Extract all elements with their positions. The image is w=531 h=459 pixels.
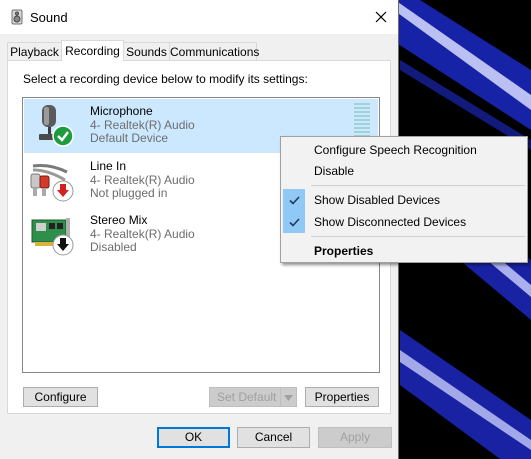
device-name: Stereo Mix xyxy=(90,213,148,227)
device-driver: 4- Realtek(R) Audio xyxy=(90,118,195,132)
cancel-button[interactable]: Cancel xyxy=(237,427,310,448)
checkmark-icon xyxy=(283,211,305,233)
tab-playback[interactable]: Playback xyxy=(7,42,62,60)
tab-communications[interactable]: Communications xyxy=(169,42,259,60)
title-bar: Sound xyxy=(0,0,398,34)
apply-button[interactable]: Apply xyxy=(318,427,392,448)
properties-button[interactable]: Properties xyxy=(305,387,379,407)
menu-item-label: Show Disabled Devices xyxy=(314,193,441,207)
device-name: Line In xyxy=(90,159,127,173)
device-driver: 4- Realtek(R) Audio xyxy=(90,173,195,187)
close-button[interactable] xyxy=(364,0,398,34)
green-check-badge-icon xyxy=(52,125,74,147)
configure-button[interactable]: Configure xyxy=(23,387,98,407)
close-icon xyxy=(375,11,387,23)
chevron-down-icon xyxy=(284,395,293,401)
menu-item-label: Configure Speech Recognition xyxy=(314,143,477,157)
menu-item-label: Show Disconnected Devices xyxy=(314,215,467,229)
tab-sounds[interactable]: Sounds xyxy=(123,42,170,60)
instruction-text: Select a recording device below to modif… xyxy=(23,72,308,86)
device-status: Default Device xyxy=(90,131,169,145)
checkmark-icon xyxy=(283,189,305,211)
device-driver: 4- Realtek(R) Audio xyxy=(90,227,195,241)
menu-item-configure-speech-recognition[interactable]: Configure Speech Recognition xyxy=(283,139,525,161)
window-title: Sound xyxy=(30,10,68,25)
menu-item-label: Properties xyxy=(314,244,374,258)
ok-button[interactable]: OK xyxy=(157,427,230,448)
set-default-dropdown[interactable] xyxy=(280,387,297,407)
device-name: Microphone xyxy=(90,104,153,118)
speaker-icon xyxy=(11,9,23,25)
tab-recording[interactable]: Recording xyxy=(61,40,124,61)
menu-item-label: Disable xyxy=(314,164,355,178)
menu-item-show-disabled-devices[interactable]: Show Disabled Devices xyxy=(283,189,525,211)
menu-item-disable[interactable]: Disable xyxy=(283,160,525,182)
menu-item-show-disconnected-devices[interactable]: Show Disconnected Devices xyxy=(283,211,525,233)
device-status: Not plugged in xyxy=(90,186,168,200)
device-status: Disabled xyxy=(90,240,137,254)
red-down-arrow-badge-icon xyxy=(52,180,74,202)
menu-item-properties[interactable]: Properties xyxy=(283,240,525,262)
tab-strip: Playback Recording Sounds Communications xyxy=(0,40,398,61)
black-down-arrow-badge-icon xyxy=(52,234,74,256)
menu-separator xyxy=(311,236,525,237)
set-default-button[interactable]: Set Default xyxy=(209,387,281,407)
menu-separator xyxy=(311,185,525,186)
context-menu: Configure Speech Recognition Disable Sho… xyxy=(280,136,528,263)
